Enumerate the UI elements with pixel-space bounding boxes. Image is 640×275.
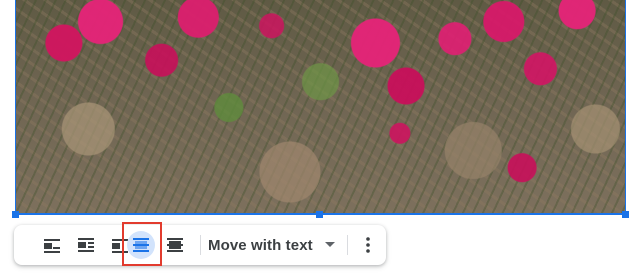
chevron-down-icon — [324, 242, 335, 247]
in-front-of-text-button[interactable] — [161, 231, 189, 259]
more-vert-icon — [366, 237, 370, 253]
resize-handle-bottom-left[interactable] — [12, 211, 19, 218]
wrap-text-icon — [78, 238, 94, 252]
toolbar-divider — [347, 235, 348, 255]
more-options-button[interactable] — [356, 231, 380, 259]
resize-handle-bottom-center[interactable] — [316, 211, 323, 218]
selection-border-left — [15, 0, 16, 215]
image-options-toolbar: Move with text — [14, 225, 386, 265]
wrap-text-button[interactable] — [72, 231, 100, 259]
selected-image[interactable] — [15, 0, 626, 215]
highlight-annotation — [122, 222, 162, 266]
in-front-of-text-icon — [167, 238, 183, 252]
position-dropdown-label: Move with text — [208, 236, 313, 254]
selection-border-right — [625, 0, 626, 215]
toolbar-divider — [200, 235, 201, 255]
wrap-inline-icon — [44, 239, 60, 253]
resize-handle-bottom-right[interactable] — [622, 211, 629, 218]
inline-button[interactable] — [38, 231, 66, 259]
position-dropdown[interactable]: Move with text — [208, 231, 335, 259]
